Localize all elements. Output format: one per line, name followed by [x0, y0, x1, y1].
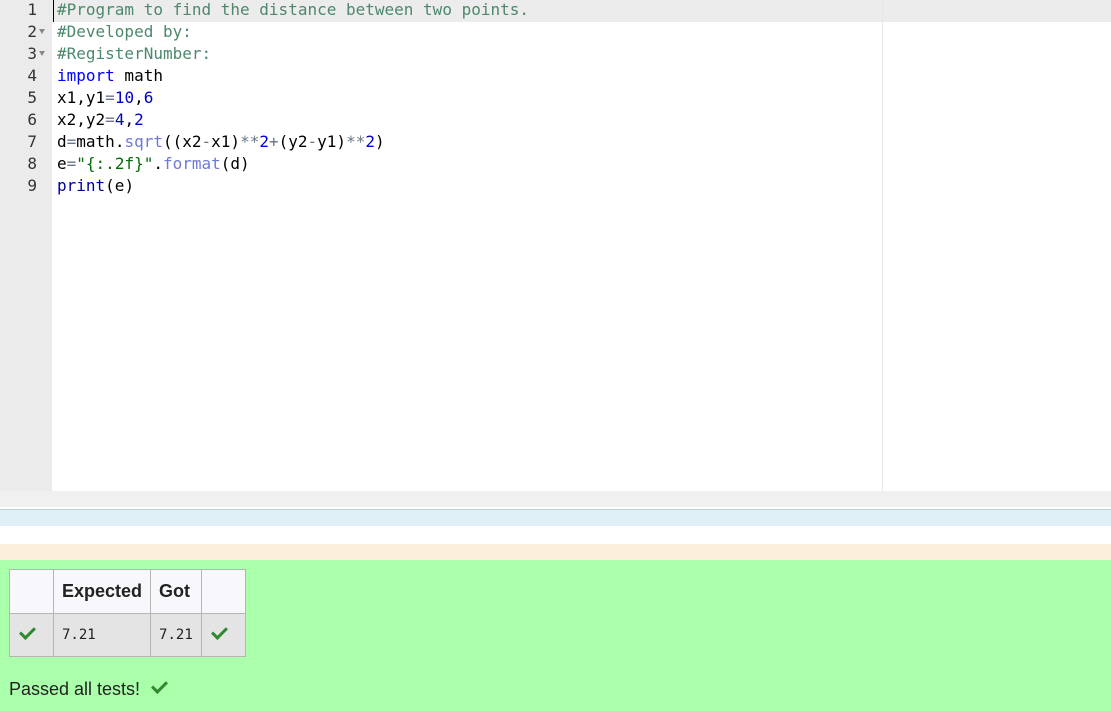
code-token: 2	[365, 132, 375, 151]
code-token: =	[105, 110, 115, 129]
code-token: (d)	[220, 154, 250, 173]
code-token: x1)	[211, 132, 241, 151]
expected-column-header: Expected	[52, 569, 152, 614]
code-token: "{:.2f}"	[76, 154, 154, 173]
print-margin	[882, 0, 883, 491]
line-number-text: 4	[27, 66, 37, 85]
spacer	[0, 526, 1111, 544]
code-token: 6	[143, 88, 154, 107]
code-token: 2	[134, 110, 144, 129]
check-icon	[151, 677, 169, 694]
code-token: **	[240, 132, 260, 151]
code-token: #Program to find the distance between tw…	[57, 0, 530, 19]
tests-summary: Passed all tests!	[9, 677, 169, 700]
line-number-text: 8	[27, 154, 37, 173]
row-status-cell	[9, 613, 54, 657]
code-token: import	[57, 66, 115, 85]
editor-scroll-area	[0, 491, 1111, 507]
line-number: 9	[0, 175, 52, 197]
line-number: 2	[0, 21, 52, 43]
code-token: (e)	[105, 176, 135, 195]
status-column-header	[9, 569, 54, 614]
line-number-gutter: 1 2 3 4 5 6 7 8 9	[0, 0, 52, 491]
line-number-text: 9	[27, 176, 37, 195]
code-line[interactable]: x1,y1=10,6	[57, 87, 153, 109]
code-line[interactable]: x2,y2=4,2	[57, 109, 144, 131]
line-number: 3	[0, 43, 52, 65]
code-token: **	[346, 132, 366, 151]
code-token: math.	[76, 132, 125, 151]
code-line[interactable]: print(e)	[57, 175, 134, 197]
code-token: math	[114, 66, 163, 85]
line-number-text: 1	[27, 0, 37, 19]
code-token: ((x2	[162, 132, 202, 151]
code-line[interactable]: e="{:.2f}".format(d)	[57, 153, 250, 175]
check-icon	[210, 622, 228, 640]
code-token: 4	[114, 110, 125, 129]
code-token: sqrt	[124, 132, 163, 151]
line-number-text: 7	[27, 132, 37, 151]
code-token: (y2	[278, 132, 308, 151]
chevron-down-icon[interactable]	[39, 29, 45, 34]
test-results-panel: Expected Got 7.21 7.21 Passed all tests!	[0, 560, 1111, 711]
code-line[interactable]: #RegisterNumber:	[57, 43, 211, 65]
line-number-text: 3	[27, 44, 37, 63]
text-cursor	[53, 0, 54, 22]
got-column-header: Got	[150, 569, 202, 614]
code-token: y1)	[317, 132, 347, 151]
table-header-row: Expected Got	[9, 569, 246, 614]
expected-cell: 7.21	[52, 613, 152, 657]
row-status-cell	[200, 613, 246, 657]
check-icon	[19, 622, 36, 640]
line-number-text: 5	[27, 88, 37, 107]
code-token: =	[66, 132, 77, 151]
line-number: 1	[0, 0, 52, 21]
code-token: ,	[134, 88, 144, 107]
feedback-divider	[0, 544, 1111, 560]
line-number: 6	[0, 109, 52, 131]
code-token: =	[105, 88, 115, 107]
line-number: 7	[0, 131, 52, 153]
line-number-text: 6	[27, 110, 37, 129]
code-line[interactable]: d=math.sqrt((x2-x1)**2+(y2-y1)**2)	[57, 131, 385, 153]
code-token: ,	[124, 110, 135, 129]
got-cell: 7.21	[150, 613, 202, 657]
code-token: )	[374, 132, 385, 151]
code-token: =	[66, 154, 77, 173]
code-editor[interactable]: 1 2 3 4 5 6 7 8 9 #Program to find the distance …	[0, 0, 1111, 491]
results-table: Expected Got 7.21 7.21	[9, 569, 246, 657]
code-token: e	[57, 154, 67, 173]
summary-text: Passed all tests!	[9, 679, 141, 699]
code-token: #Developed by:	[57, 22, 192, 41]
code-token: print	[57, 176, 106, 195]
code-token: 10	[114, 88, 135, 107]
line-number-text: 2	[27, 22, 37, 41]
table-row: 7.21 7.21	[9, 613, 246, 657]
code-token: d	[57, 132, 67, 151]
line-number: 8	[0, 153, 52, 175]
line-number: 4	[0, 65, 52, 87]
code-line[interactable]: #Program to find the distance between tw…	[57, 0, 529, 21]
code-token: x2,y2	[57, 110, 106, 129]
code-line[interactable]: #Developed by:	[57, 21, 192, 43]
code-token: #RegisterNumber:	[57, 44, 212, 63]
code-token: x1,y1	[57, 88, 106, 107]
editor-divider	[0, 509, 1111, 526]
code-token: -	[201, 132, 212, 151]
code-token: 2	[259, 132, 269, 151]
code-token: +	[268, 132, 279, 151]
code-token: -	[307, 132, 318, 151]
code-token: format	[162, 154, 221, 173]
code-token: .	[153, 154, 163, 173]
status2-column-header	[200, 569, 246, 614]
line-number: 5	[0, 87, 52, 109]
code-line[interactable]: import math	[57, 65, 163, 87]
chevron-down-icon[interactable]	[39, 51, 45, 56]
